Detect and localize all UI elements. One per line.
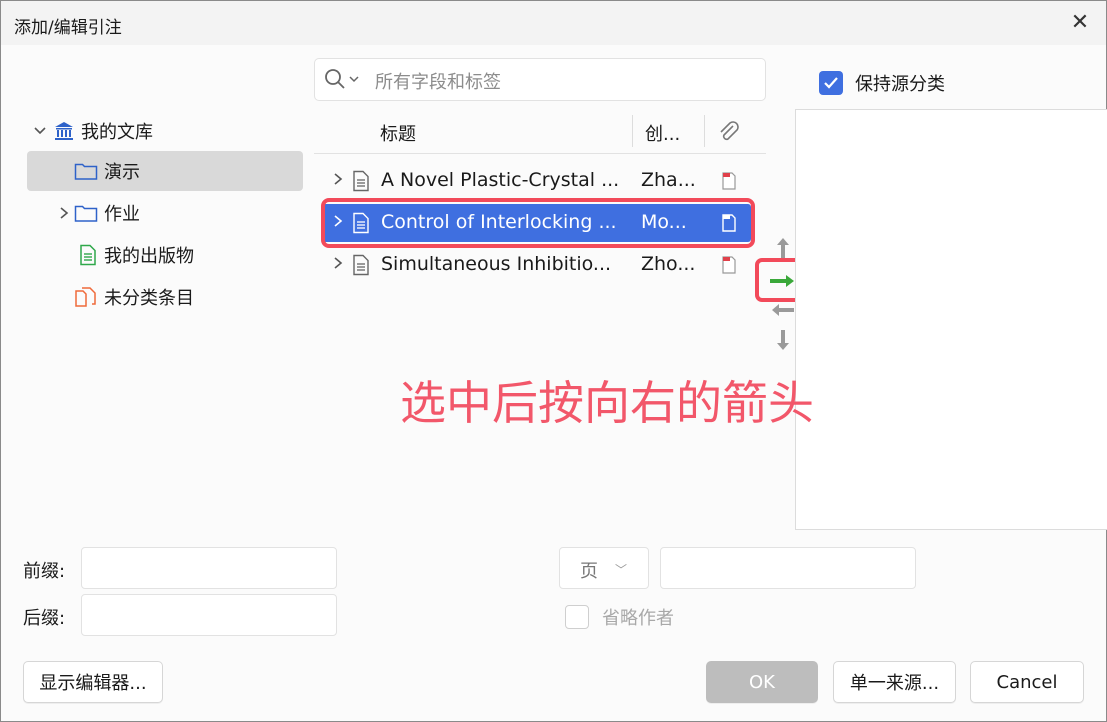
chevron-right-icon[interactable]: [331, 172, 345, 186]
unfiled-items-icon: [75, 287, 96, 307]
arrow-down-icon[interactable]: [775, 329, 791, 351]
dialog-title: 添加/编辑引注: [14, 18, 122, 38]
column-divider: [704, 115, 705, 147]
search-icon[interactable]: [323, 67, 363, 91]
arrow-left-icon[interactable]: [771, 303, 795, 317]
pdf-attachment-icon[interactable]: [719, 255, 739, 275]
tree-item-demo[interactable]: 演示: [27, 151, 303, 191]
folder-icon: [74, 205, 98, 222]
ok-button[interactable]: OK: [706, 661, 818, 703]
tree-item-homework[interactable]: 作业: [27, 193, 303, 233]
row-creator: Zha...: [641, 169, 696, 191]
suffix-input[interactable]: [81, 594, 337, 636]
column-divider: [632, 115, 633, 147]
title-bar: 添加/编辑引注 ✕: [1, 1, 1106, 45]
row-creator: Zho...: [641, 253, 696, 275]
tree-item-label: 演示: [104, 162, 140, 183]
single-source-button[interactable]: 单一来源...: [833, 661, 956, 703]
library-icon: [55, 122, 73, 140]
keep-sources-sorted[interactable]: 保持源分类: [807, 70, 945, 96]
close-icon[interactable]: ✕: [1066, 9, 1094, 37]
tree-item-label: 我的出版物: [104, 246, 194, 267]
cancel-button[interactable]: Cancel: [970, 661, 1084, 703]
tree-item-label: 作业: [104, 204, 140, 225]
attachment-icon[interactable]: [716, 119, 742, 145]
selected-row-highlight: [321, 198, 755, 248]
keep-sorted-checkbox[interactable]: [819, 71, 843, 95]
tree-item-label: 未分类条目: [104, 288, 194, 309]
locator-type-value: 页: [580, 561, 598, 582]
tree-item-my-publications[interactable]: 我的出版物: [27, 235, 303, 275]
chevron-right-icon[interactable]: [331, 256, 345, 270]
arrow-up-icon[interactable]: [775, 237, 791, 259]
items-column-header: 标题 创...: [314, 111, 766, 154]
add-edit-citation-dialog: 添加/编辑引注 ✕ 所有字段和标签 我的文库 演示 作业 我的出版物 未分类条目…: [0, 0, 1107, 722]
journal-article-icon: [353, 254, 369, 276]
checkmark-icon: [824, 77, 838, 89]
prefix-label: 前缀:: [23, 561, 66, 582]
column-creator[interactable]: 创...: [645, 120, 680, 146]
journal-article-icon: [353, 170, 369, 192]
chevron-right-icon[interactable]: [58, 206, 70, 220]
omit-author-option[interactable]: 省略作者: [565, 604, 674, 630]
publication-icon: [80, 244, 96, 266]
chevron-down-icon[interactable]: [33, 124, 47, 138]
folder-icon: [74, 163, 98, 180]
search-field[interactable]: 所有字段和标签: [314, 58, 766, 101]
omit-author-checkbox[interactable]: [565, 605, 589, 629]
omit-author-label: 省略作者: [602, 608, 674, 629]
column-title[interactable]: 标题: [380, 120, 416, 146]
instruction-annotation: 选中后按向右的箭头: [400, 376, 814, 430]
locator-type-select[interactable]: 页 ﹀: [559, 547, 649, 589]
tree-item-label: 我的文库: [81, 122, 153, 143]
row-title: Simultaneous Inhibitio...: [381, 253, 612, 275]
table-row[interactable]: A Novel Plastic-Crystal ... Zha...: [321, 162, 751, 200]
search-input[interactable]: 所有字段和标签: [375, 68, 501, 94]
citation-list-pane[interactable]: [795, 109, 1107, 530]
suffix-label: 后缀:: [23, 608, 66, 629]
pdf-attachment-icon[interactable]: [719, 171, 739, 191]
chevron-down-icon: ﹀: [615, 563, 628, 577]
prefix-input[interactable]: [81, 547, 337, 589]
tree-item-my-library[interactable]: 我的文库: [27, 111, 303, 151]
arrow-right-icon[interactable]: [769, 273, 795, 289]
tree-item-unfiled[interactable]: 未分类条目: [27, 277, 303, 317]
row-title: A Novel Plastic-Crystal ...: [381, 169, 620, 191]
locator-input[interactable]: [660, 547, 916, 589]
show-editor-button[interactable]: 显示编辑器...: [23, 661, 163, 703]
keep-sorted-label: 保持源分类: [855, 74, 945, 95]
table-row[interactable]: Simultaneous Inhibitio... Zho...: [321, 246, 751, 284]
